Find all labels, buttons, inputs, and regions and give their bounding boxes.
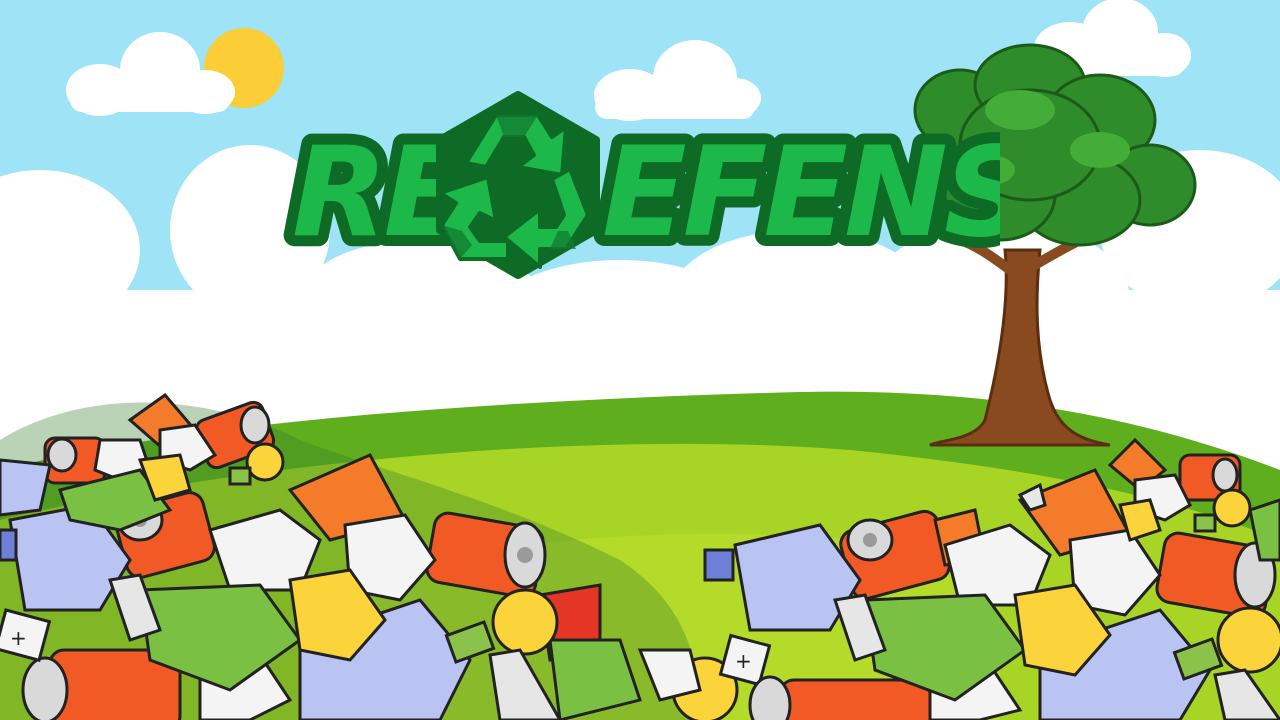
svg-text:+: + — [10, 626, 27, 650]
game-title-logo: RE EFENSE RE EFENSE — [280, 85, 1000, 290]
battery-icon: + — [718, 633, 772, 687]
title-right-letters: EFENSE — [602, 121, 1000, 265]
title-screen: + + RE EFEN RE EFEN — [0, 0, 1280, 720]
crushed-can-icon — [748, 675, 932, 720]
svg-text:+: + — [735, 649, 752, 673]
recycle-icon — [436, 91, 600, 279]
